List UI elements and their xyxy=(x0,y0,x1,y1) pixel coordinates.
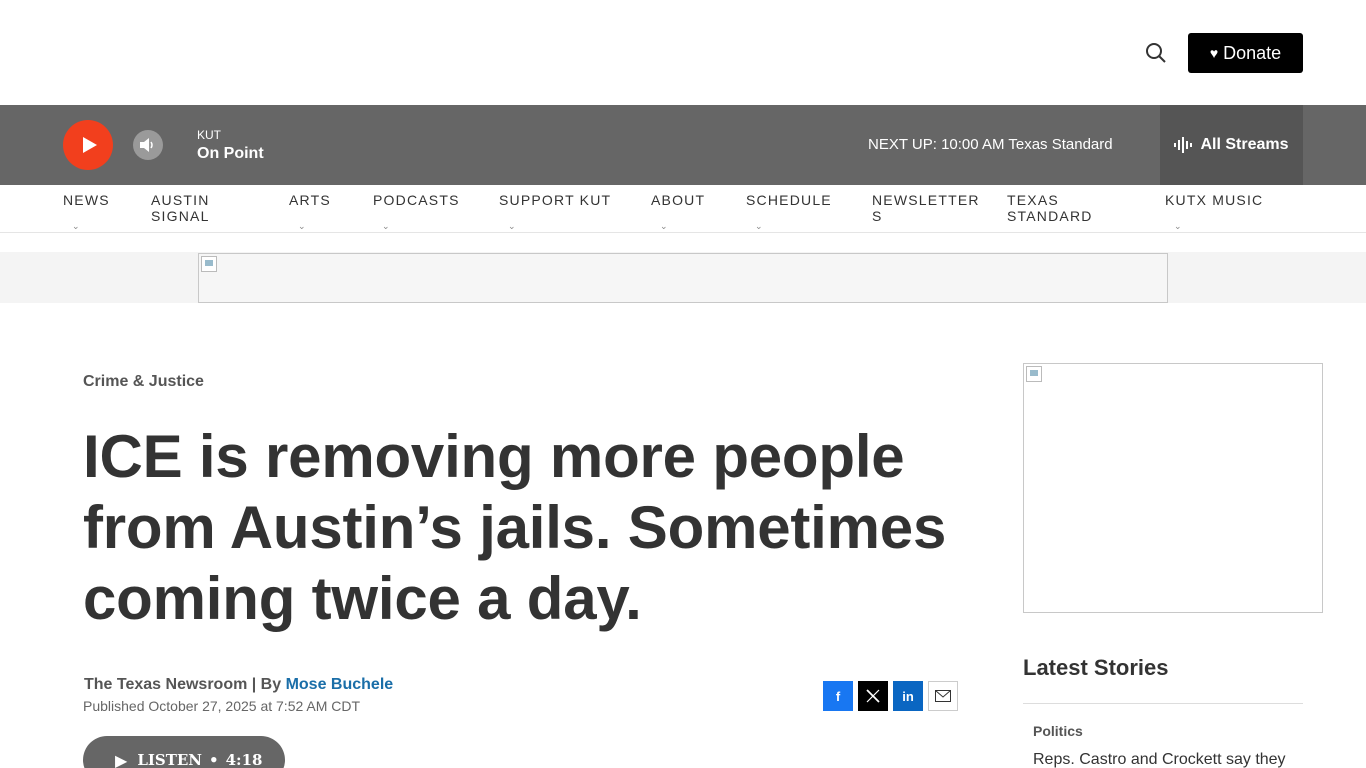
play-icon xyxy=(82,137,97,153)
article-category[interactable]: Crime & Justice xyxy=(83,373,204,391)
nav-item-news[interactable]: NEWS xyxy=(63,192,110,208)
nav-item-schedule[interactable]: SCHEDULE xyxy=(746,192,832,208)
nav-item-austin-signal[interactable]: AUSTIN SIGNAL xyxy=(151,192,210,224)
broken-image-icon xyxy=(1026,366,1042,382)
volume-button[interactable] xyxy=(133,130,163,160)
article-headline: ICE is removing more people from Austin’… xyxy=(83,423,947,632)
listen-button[interactable]: ▶ LISTEN • 4:18 xyxy=(83,736,285,768)
nav-label: SCHEDULE xyxy=(746,192,832,208)
nav-label: S xyxy=(872,208,883,224)
search-icon[interactable] xyxy=(1144,41,1168,65)
site-header: ♥ Donate xyxy=(0,0,1366,105)
nav-label: PODCASTS xyxy=(373,192,460,208)
nav-label: NEWS xyxy=(63,192,110,208)
donate-label: Donate xyxy=(1223,42,1282,63)
chevron-down-icon[interactable]: ⌄ xyxy=(298,221,306,232)
next-up-label: NEXT UP: xyxy=(868,136,937,153)
now-playing-show: On Point xyxy=(197,145,264,162)
x-icon xyxy=(866,689,880,703)
story-category[interactable]: Politics xyxy=(1033,723,1083,739)
leaderboard-ad[interactable] xyxy=(198,253,1168,303)
author-link[interactable]: Mose Buchele xyxy=(286,676,394,693)
heart-icon: ♥ xyxy=(1209,45,1219,61)
email-share-button[interactable] xyxy=(928,681,958,711)
nav-item-podcasts[interactable]: PODCASTS xyxy=(373,192,460,208)
separator-dot: • xyxy=(209,751,219,768)
donate-button[interactable]: ♥ Donate xyxy=(1188,33,1303,73)
nav-item-texas-standard[interactable]: TEXAS STANDARD xyxy=(1007,192,1093,224)
chevron-down-icon[interactable]: ⌄ xyxy=(72,221,80,232)
nav-label: KUTX MUSIC xyxy=(1165,192,1264,208)
chevron-down-icon[interactable]: ⌄ xyxy=(508,221,516,232)
chevron-down-icon[interactable]: ⌄ xyxy=(660,221,668,232)
play-button[interactable] xyxy=(63,120,113,170)
sidebar-ad[interactable] xyxy=(1023,363,1323,613)
listen-label: LISTEN xyxy=(137,751,203,768)
nav-label: TEXAS xyxy=(1007,192,1059,208)
nav-label: ARTS xyxy=(289,192,331,208)
facebook-icon: f xyxy=(835,688,841,704)
nav-label: SUPPORT KUT xyxy=(499,192,612,208)
facebook-share-button[interactable]: f xyxy=(823,681,853,711)
nav-item-kutx-music[interactable]: KUTX MUSIC xyxy=(1165,192,1263,208)
published-date: Published October 27, 2025 at 7:52 AM CD… xyxy=(83,698,361,714)
listen-duration: 4:18 xyxy=(225,751,263,768)
story-title-link[interactable]: Reps. Castro and Crockett say they xyxy=(1033,751,1303,768)
nav-item-arts[interactable]: ARTS xyxy=(289,192,331,208)
all-streams-label: All Streams xyxy=(1200,136,1289,153)
x-share-button[interactable] xyxy=(858,681,888,711)
linkedin-icon: in xyxy=(902,688,914,704)
next-up-show: Texas Standard xyxy=(1008,136,1113,153)
station-name: KUT xyxy=(197,128,221,142)
chevron-down-icon[interactable]: ⌄ xyxy=(1174,221,1182,232)
byline-source: The Texas Newsroom | By xyxy=(84,676,286,693)
play-icon: ▶ xyxy=(115,750,128,768)
byline: The Texas Newsroom | By Mose Buchele xyxy=(84,676,393,694)
nav-label: STANDARD xyxy=(1007,208,1093,224)
latest-stories-heading: Latest Stories xyxy=(1023,655,1169,680)
volume-icon xyxy=(140,138,153,152)
nav-item-about[interactable]: ABOUT xyxy=(651,192,705,208)
all-streams-button[interactable]: All Streams xyxy=(1160,105,1303,185)
chevron-down-icon[interactable]: ⌄ xyxy=(755,221,763,232)
email-icon xyxy=(935,690,951,702)
nav-label: SIGNAL xyxy=(151,208,210,224)
nav-item-newsletters[interactable]: NEWSLETTER S xyxy=(872,192,980,224)
audio-player-bar: KUT On Point NEXT UP: 10:00 AM Texas Sta… xyxy=(0,105,1366,185)
main-nav: NEWS ⌄ AUSTIN SIGNAL ARTS ⌄ PODCASTS ⌄ SU… xyxy=(0,185,1366,233)
divider xyxy=(1023,703,1303,704)
next-up: NEXT UP: 10:00 AM Texas Standard xyxy=(868,136,1113,153)
nav-item-support-kut[interactable]: SUPPORT KUT xyxy=(499,192,611,208)
chevron-down-icon[interactable]: ⌄ xyxy=(382,221,390,232)
nav-label: AUSTIN xyxy=(151,192,210,208)
linkedin-share-button[interactable]: in xyxy=(893,681,923,711)
broken-image-icon xyxy=(201,256,217,272)
audio-wave-icon xyxy=(1174,137,1193,153)
next-up-time: 10:00 AM xyxy=(941,136,1005,153)
nav-label: ABOUT xyxy=(651,192,706,208)
nav-label: NEWSLETTER xyxy=(872,192,980,208)
